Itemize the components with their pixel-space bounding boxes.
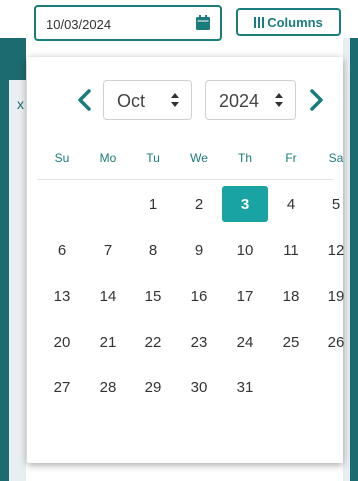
- day-cell[interactable]: 19: [313, 278, 358, 314]
- day-cell[interactable]: 2: [176, 186, 222, 222]
- day-cell[interactable]: 16: [176, 278, 222, 314]
- day-cell[interactable]: 6: [39, 232, 85, 268]
- weekday-label: Tu: [146, 151, 160, 165]
- columns-button[interactable]: Columns: [236, 8, 341, 36]
- next-month-icon[interactable]: [307, 85, 327, 115]
- previous-month-icon[interactable]: [74, 85, 94, 115]
- weekday-label: Su: [54, 151, 70, 165]
- calendar-icon[interactable]: [196, 15, 210, 30]
- weekday-label: Th: [237, 151, 252, 165]
- day-cell[interactable]: 9: [176, 232, 222, 268]
- year-select-value: 2024: [219, 91, 260, 111]
- day-cell[interactable]: 7: [85, 232, 131, 268]
- day-cell[interactable]: 27: [39, 369, 85, 405]
- columns-icon: [254, 16, 265, 28]
- day-cell[interactable]: 5: [313, 186, 358, 222]
- day-cell[interactable]: 29: [130, 369, 176, 405]
- year-select-caret-icon: [275, 93, 283, 107]
- day-cell[interactable]: 25: [268, 324, 314, 360]
- day-cell[interactable]: 4: [268, 186, 314, 222]
- day-cell[interactable]: 1: [130, 186, 176, 222]
- day-cell[interactable]: 12: [313, 232, 358, 268]
- datepicker-popup: Oct 2024 Su Mo Tu We Th Fr Sa 1 2 3 4 5 6 7 8 9 10 11 12 1…: [27, 57, 344, 463]
- day-cell[interactable]: 31: [222, 369, 268, 405]
- weekday-label: Fr: [285, 151, 297, 165]
- day-cell[interactable]: 15: [130, 278, 176, 314]
- day-cell[interactable]: 14: [85, 278, 131, 314]
- day-cell[interactable]: 17: [222, 278, 268, 314]
- date-input[interactable]: 10/03/2024: [34, 5, 222, 41]
- month-select-value: Oct: [117, 91, 146, 111]
- day-cell[interactable]: 18: [268, 278, 314, 314]
- weekday-label: We: [190, 151, 208, 165]
- background-close-mark: x: [17, 96, 24, 112]
- day-cell[interactable]: 8: [130, 232, 176, 268]
- day-cell[interactable]: 28: [85, 369, 131, 405]
- day-cell[interactable]: 21: [85, 324, 131, 360]
- day-cell[interactable]: 10: [222, 232, 268, 268]
- weekday-divider: [37, 179, 333, 180]
- day-cell-selected[interactable]: 3: [222, 186, 268, 222]
- background-strip-left: [9, 80, 26, 481]
- weekday-label: Mo: [99, 151, 117, 165]
- day-cell[interactable]: 24: [222, 324, 268, 360]
- columns-button-label: Columns: [267, 14, 323, 30]
- month-select[interactable]: Oct: [103, 80, 192, 120]
- year-select[interactable]: 2024: [205, 80, 296, 120]
- weekday-label: Sa: [328, 151, 344, 165]
- date-input-value: 10/03/2024: [46, 17, 112, 32]
- day-cell[interactable]: 11: [268, 232, 314, 268]
- day-cell[interactable]: 13: [39, 278, 85, 314]
- day-cell[interactable]: 23: [176, 324, 222, 360]
- month-select-caret-icon: [171, 93, 179, 107]
- day-cell[interactable]: 20: [39, 324, 85, 360]
- day-cell[interactable]: 30: [176, 369, 222, 405]
- day-cell[interactable]: 26: [313, 324, 358, 360]
- day-cell[interactable]: 22: [130, 324, 176, 360]
